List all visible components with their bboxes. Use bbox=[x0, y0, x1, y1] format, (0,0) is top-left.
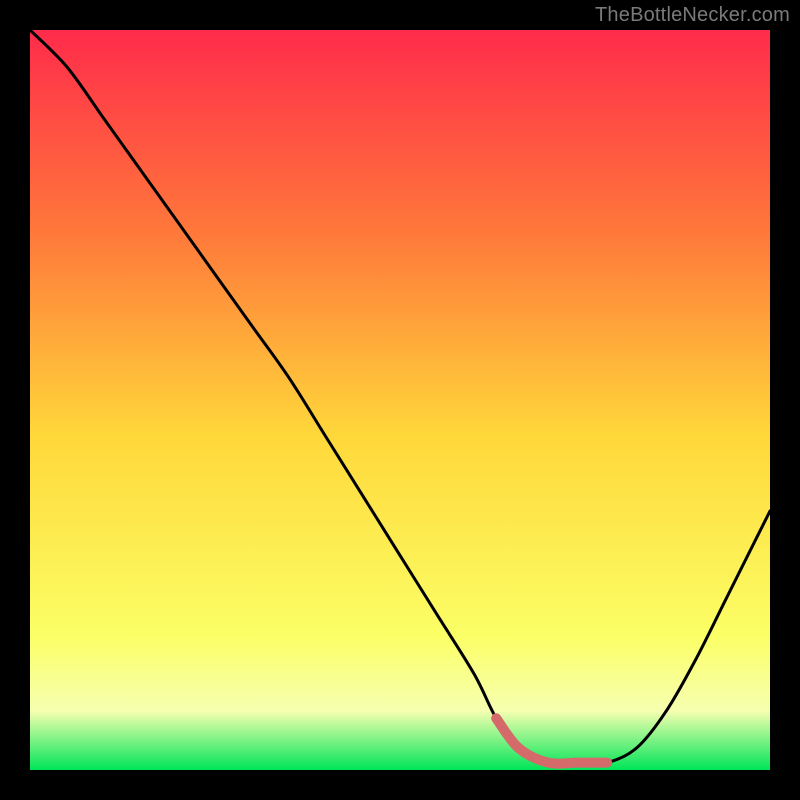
chart-root: TheBottleNecker.com bbox=[0, 0, 800, 800]
plot-frame bbox=[30, 30, 770, 770]
plot-gradient-bg bbox=[30, 30, 770, 770]
attribution-label: TheBottleNecker.com bbox=[595, 4, 790, 27]
